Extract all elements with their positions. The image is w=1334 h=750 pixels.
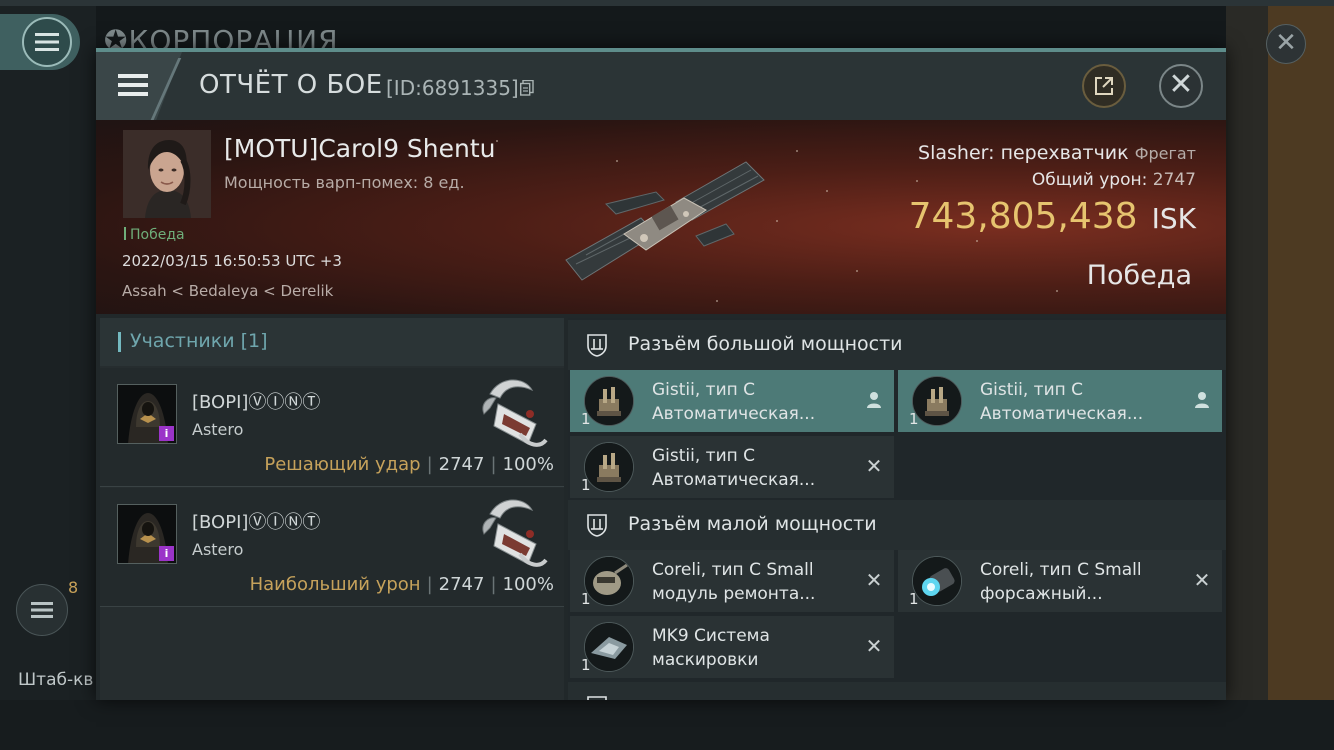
info-icon: i	[159, 426, 174, 441]
slot-icon	[587, 334, 607, 357]
background-menu-button[interactable]	[16, 584, 68, 636]
info-icon: i	[159, 546, 174, 561]
hamburger-icon	[22, 17, 72, 67]
top-bar	[0, 0, 1334, 6]
background-close-button[interactable]: ✕	[1266, 24, 1306, 64]
module-type: модуль ремонта...	[652, 584, 816, 604]
slot-icon	[587, 696, 607, 700]
share-button[interactable]	[1082, 64, 1126, 108]
module-name: MK9 Система	[652, 626, 770, 646]
victim-banner: [MOTU]Carol9 Shentu Мощность варп-помех:…	[96, 120, 1226, 314]
destroyed-icon: ✕	[865, 568, 883, 592]
module-name: Gistii, тип C	[652, 380, 756, 400]
main-menu-button[interactable]	[0, 14, 80, 70]
background-left-panel	[0, 6, 96, 750]
destroyed-icon: ✕	[865, 454, 883, 478]
participant-ship: Astero	[192, 540, 244, 559]
copy-icon[interactable]	[520, 80, 534, 96]
module-item[interactable]: 1 Coreli, тип C Small модуль ремонта... …	[570, 550, 894, 612]
module-item[interactable]: 1 MK9 Система маскировки ✕	[570, 616, 894, 678]
window-header: ОТЧЁТ О БОЕ [ID:6891335] ✕	[96, 52, 1226, 122]
cloaking-device-icon	[584, 622, 634, 672]
autocannon-icon	[584, 442, 634, 492]
module-type: Автоматическая...	[652, 470, 816, 490]
module-name: Coreli, тип C Small	[652, 560, 814, 580]
share-icon	[1095, 77, 1113, 95]
person-icon	[867, 392, 881, 408]
isk-value: 743,805,438 ISK	[908, 196, 1196, 237]
participant-row[interactable]: i [BOPI]ⓋⒾⓃⓉ Astero Наибольший урон | 2747…	[100, 488, 564, 607]
participant-ship: Astero	[192, 420, 244, 439]
module-type: форсажный...	[980, 584, 1103, 604]
next-slot-header	[568, 682, 1226, 700]
high-slot-header: Разъём большой мощности	[568, 320, 1226, 370]
page-title: ОТЧЁТ О БОЕ	[199, 70, 383, 100]
location-breadcrumb[interactable]: Assah < Bedaleya < Derelik	[122, 282, 333, 300]
person-icon	[1195, 392, 1209, 408]
participant-ship-image[interactable]	[470, 494, 552, 572]
participant-row[interactable]: i [BOPI]ⓋⒾⓃⓉ Astero Решающий удар | 2747 | 1…	[100, 368, 564, 487]
low-slot-header: Разъём малой мощности	[568, 500, 1226, 550]
timestamp: 2022/03/15 16:50:53 UTC +3	[122, 252, 342, 270]
result-label: Победа	[1086, 260, 1192, 291]
participants-panel: Участники [1] i [BOPI]ⓋⒾⓃⓉ Astero Решающ…	[100, 318, 564, 700]
repair-module-icon	[584, 556, 634, 606]
module-item[interactable]: 1 Gistii, тип C Автоматическая... ✕	[570, 436, 894, 498]
fittings-panel: Разъём большой мощности 1 Gistii, тип C …	[568, 318, 1226, 700]
participants-header[interactable]: Участники [1]	[100, 318, 564, 366]
status-badge: Победа	[124, 227, 185, 243]
module-type: Автоматическая...	[980, 404, 1144, 424]
destroyed-icon: ✕	[1193, 568, 1211, 592]
report-id: [ID:6891335]	[386, 76, 519, 100]
participant-corp: [BOPI]ⓋⒾⓃⓉ	[192, 512, 321, 533]
afterburner-icon	[912, 556, 962, 606]
participant-avatar[interactable]: i	[117, 384, 177, 444]
victim-ship-name[interactable]: Slasher: перехватчик Фрегат	[918, 142, 1196, 164]
list-icon	[31, 602, 53, 618]
slot-icon	[587, 514, 607, 537]
total-damage: Общий урон: 2747	[1031, 170, 1196, 190]
participant-corp: [BOPI]ⓋⒾⓃⓉ	[192, 392, 321, 413]
autocannon-icon	[912, 376, 962, 426]
participant-stats: Решающий удар | 2747 | 100%	[264, 454, 554, 475]
background-right-strip	[1268, 6, 1334, 750]
module-name: Gistii, тип C	[652, 446, 756, 466]
module-item[interactable]: 1 Coreli, тип C Small форсажный... ✕	[898, 550, 1222, 612]
background-bottom-bar	[0, 700, 1334, 750]
autocannon-icon	[584, 376, 634, 426]
participant-ship-image[interactable]	[470, 374, 552, 452]
module-name: Gistii, тип C	[980, 380, 1084, 400]
module-item[interactable]: 1 Gistii, тип C Автоматическая...	[570, 370, 894, 432]
close-button[interactable]: ✕	[1159, 64, 1203, 108]
module-type: Автоматическая...	[652, 404, 816, 424]
notification-count: 8	[68, 578, 79, 597]
destroyed-icon: ✕	[865, 634, 883, 658]
combat-report-window: ОТЧЁТ О БОЕ [ID:6891335] ✕ [MOTU]Carol9 …	[96, 48, 1226, 700]
victim-ship-image[interactable]	[546, 140, 776, 290]
headquarters-label[interactable]: Штаб-кв	[18, 670, 93, 690]
hamburger-icon	[118, 74, 148, 96]
pilot-portrait-icon	[123, 130, 211, 218]
participant-stats: Наибольший урон | 2747 | 100%	[249, 574, 554, 595]
warp-strength: Мощность варп-помех: 8 ед.	[224, 173, 465, 192]
module-name: Coreli, тип C Small	[980, 560, 1142, 580]
victim-avatar[interactable]	[123, 130, 211, 218]
victim-name[interactable]: [MOTU]Carol9 Shentu	[224, 134, 496, 163]
module-type: маскировки	[652, 650, 759, 670]
participant-avatar[interactable]: i	[117, 504, 177, 564]
module-item[interactable]: 1 Gistii, тип C Автоматическая...	[898, 370, 1222, 432]
